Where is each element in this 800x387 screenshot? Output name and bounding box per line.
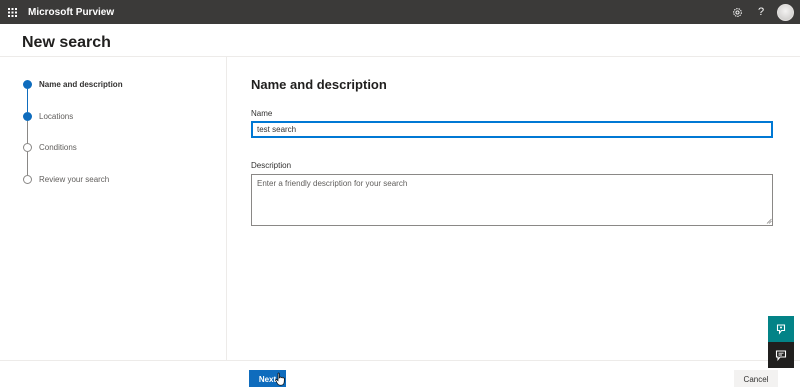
step-connector	[27, 152, 28, 175]
settings-icon	[732, 7, 742, 17]
top-bar: Microsoft Purview ?	[0, 0, 800, 24]
wizard-footer: Next Cancel	[0, 360, 800, 387]
section-title: Name and description	[251, 77, 387, 92]
wizard-step-locations[interactable]: Locations	[23, 112, 73, 121]
page-header: New search	[0, 24, 800, 57]
name-input[interactable]	[251, 121, 773, 138]
step-label: Review your search	[39, 175, 110, 184]
help-icon: ?	[757, 6, 765, 18]
step-connector	[27, 89, 28, 112]
step-label: Locations	[39, 112, 74, 121]
wizard-steps: Name and description Locations Condition…	[0, 57, 227, 360]
settings-button[interactable]	[725, 0, 749, 24]
resize-handle-icon[interactable]	[766, 218, 772, 224]
hand-cursor-icon	[275, 372, 285, 386]
step-indicator	[23, 175, 32, 184]
page-title: New search	[22, 34, 111, 51]
description-textarea[interactable]	[251, 174, 773, 226]
help-chat-icon	[776, 324, 786, 335]
step-indicator	[23, 143, 32, 152]
help-chat-button[interactable]	[768, 316, 794, 342]
description-label: Description	[251, 161, 292, 170]
step-indicator	[23, 80, 32, 89]
step-label: Conditions	[39, 143, 77, 152]
form-panel: Name and description Name Description	[228, 57, 800, 360]
app-launcher-icon	[7, 7, 17, 17]
step-indicator	[23, 112, 32, 121]
step-label: Name and description	[39, 80, 123, 89]
app-launcher-button[interactable]	[0, 0, 24, 24]
name-label: Name	[251, 109, 273, 118]
wizard-step-conditions[interactable]: Conditions	[23, 143, 77, 152]
cancel-button[interactable]: Cancel	[734, 370, 778, 387]
feedback-icon	[775, 350, 787, 361]
app-title[interactable]: Microsoft Purview	[28, 7, 114, 18]
feedback-button[interactable]	[768, 342, 794, 368]
step-connector	[27, 121, 28, 144]
help-button[interactable]: ?	[749, 0, 773, 24]
wizard-step-name-and-description[interactable]: Name and description	[23, 80, 123, 89]
avatar[interactable]	[777, 3, 794, 21]
wizard-step-review-your-search[interactable]: Review your search	[23, 175, 109, 184]
